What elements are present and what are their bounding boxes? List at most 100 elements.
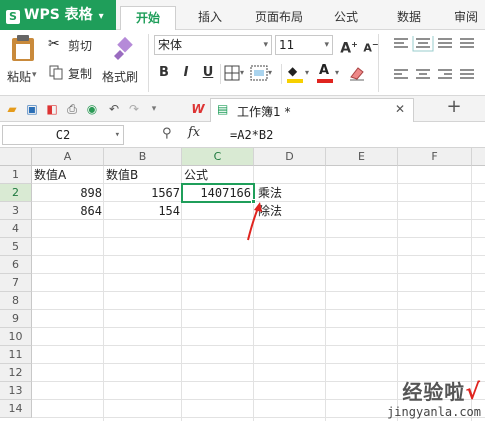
row-header-3[interactable]: 3 [0, 202, 32, 220]
font-color-icon: A [319, 63, 330, 78]
annotation-arrow-icon [247, 202, 262, 241]
row-header-8[interactable]: 8 [0, 292, 32, 310]
cell-b2[interactable]: 1567 [104, 184, 182, 202]
paste-label: 粘贴 [7, 70, 32, 84]
print-icon[interactable]: ⎙ [64, 101, 80, 117]
tab-formulas[interactable]: 公式 [322, 6, 370, 30]
cell-c1[interactable]: 公式 [182, 166, 254, 184]
cell-a1[interactable]: 数值A [32, 166, 104, 184]
column-header-b[interactable]: B [104, 148, 182, 166]
redo-icon[interactable]: ↷ [126, 101, 142, 117]
underline-button[interactable]: U [200, 64, 216, 82]
grow-font-button[interactable]: A+ [340, 36, 358, 58]
tab-insert[interactable]: 插入 [184, 6, 236, 30]
cell-a2[interactable]: 898 [32, 184, 104, 202]
export-pdf-icon[interactable]: ◧ [44, 101, 60, 117]
ribbon-divider [148, 34, 149, 92]
row-header-9[interactable]: 9 [0, 310, 32, 328]
name-box[interactable]: C2 ▾ [2, 125, 124, 145]
ribbon-home: 粘贴 ▾ ✂ 剪切 复制 格式刷 宋体 ▾ 11 ▾ A+ A− B I U ▾… [0, 30, 485, 96]
row-header-5[interactable]: 5 [0, 238, 32, 256]
chevron-down-icon: ▾ [98, 11, 104, 22]
format-painter-button[interactable]: 格式刷 [102, 34, 142, 92]
row-header-6[interactable]: 6 [0, 256, 32, 274]
cell-a3[interactable]: 864 [32, 202, 104, 220]
undo-icon[interactable]: ↶ [106, 101, 122, 117]
column-header-partial [472, 148, 485, 166]
merge-cells-button[interactable]: ▾ [250, 65, 276, 83]
column-header-d[interactable]: D [254, 148, 326, 166]
chevron-down-icon: ▾ [32, 70, 37, 80]
print-preview-icon[interactable]: ◉ [84, 101, 100, 117]
column-header-f[interactable]: F [398, 148, 472, 166]
tab-data[interactable]: 数据 [384, 6, 434, 30]
watermark: 经验啦√ jingyanla.com [387, 376, 481, 419]
font-name-select[interactable]: 宋体 ▾ [154, 35, 272, 55]
row-header-1[interactable]: 1 [0, 166, 32, 184]
borders-button[interactable]: ▾ [224, 65, 246, 83]
save-icon[interactable]: ▣ [24, 101, 40, 117]
cut-button[interactable]: ✂ 剪切 [48, 36, 100, 54]
row-header-11[interactable]: 11 [0, 346, 32, 364]
format-painter-label: 格式刷 [102, 70, 139, 84]
font-color-button[interactable]: A ▾ [316, 63, 342, 84]
tab-home[interactable]: 开始 [120, 6, 176, 30]
italic-button[interactable]: I [178, 64, 194, 82]
spreadsheet-doc-icon: ▤ [217, 102, 229, 116]
font-color-swatch [317, 79, 333, 83]
open-folder-icon[interactable]: ▰ [4, 101, 20, 117]
insert-function-button[interactable]: fx [188, 125, 200, 140]
column-header-e[interactable]: E [326, 148, 398, 166]
row-header-4[interactable]: 4 [0, 220, 32, 238]
chevron-down-icon[interactable]: ▾ [146, 101, 162, 117]
watermark-url: jingyanla.com [387, 405, 481, 419]
select-all-corner[interactable] [0, 148, 32, 166]
font-size-select[interactable]: 11 ▾ [275, 35, 333, 55]
zoom-search-icon[interactable]: ⚲ [162, 126, 172, 141]
tab-page-layout[interactable]: 页面布局 [244, 6, 314, 30]
shrink-font-label: A [363, 41, 372, 55]
document-tab-title: 工作簿1 * [237, 105, 291, 119]
watermark-check-icon: √ [465, 380, 481, 405]
ribbon-divider [220, 64, 221, 84]
row-header-14[interactable]: 14 [0, 400, 32, 418]
close-icon[interactable]: ✕ [395, 102, 405, 116]
chevron-down-icon: ▾ [263, 40, 268, 50]
column-header-a[interactable]: A [32, 148, 104, 166]
paint-bucket-icon: ◆ [288, 64, 298, 78]
cell-b1[interactable]: 数值B [104, 166, 182, 184]
paste-button[interactable]: 粘贴 ▾ [6, 34, 42, 92]
ribbon-divider [281, 64, 282, 84]
clear-format-button[interactable] [348, 65, 370, 83]
chevron-down-icon: ▾ [240, 68, 245, 77]
menu-bar: S WPS 表格 ▾ 开始 插入 页面布局 公式 数据 审阅 [0, 0, 485, 30]
fill-color-button[interactable]: ◆ ▾ [286, 64, 312, 84]
formula-bar: C2 ▾ ⚲ fx =A2*B2 [0, 122, 485, 148]
row-header-10[interactable]: 10 [0, 328, 32, 346]
copy-button[interactable]: 复制 [48, 64, 100, 82]
cell-b3[interactable]: 154 [104, 202, 182, 220]
font-size-value: 11 [279, 38, 295, 52]
document-tab[interactable]: ▤ 工作簿1 * ✕ [210, 98, 414, 122]
column-header-c[interactable]: C [182, 148, 254, 166]
row-header-12[interactable]: 12 [0, 364, 32, 382]
alignment-group [390, 36, 482, 88]
app-brand: WPS 表格 [24, 7, 93, 23]
cut-label: 剪切 [68, 39, 93, 53]
tab-review[interactable]: 审阅 [444, 6, 485, 30]
row-header-7[interactable]: 7 [0, 274, 32, 292]
chevron-down-icon: ▾ [324, 40, 329, 50]
bold-button[interactable]: B [156, 64, 172, 82]
fill-color-swatch [287, 79, 303, 83]
wps-writer-icon[interactable]: W [190, 101, 206, 117]
ribbon-divider [378, 34, 379, 92]
chevron-down-icon: ▾ [305, 68, 310, 77]
new-tab-plus-icon[interactable]: + [446, 98, 462, 116]
font-name-value: 宋体 [158, 38, 183, 52]
wps-app-menu-button[interactable]: S WPS 表格 ▾ [0, 0, 116, 30]
spreadsheet-grid: A B C D E F 1 2 3 4 5 6 7 8 9 10 11 12 1… [0, 148, 485, 421]
formula-input[interactable]: =A2*B2 [226, 125, 484, 145]
row-header-2[interactable]: 2 [0, 184, 32, 202]
row-header-13[interactable]: 13 [0, 382, 32, 400]
name-box-value: C2 [55, 128, 71, 142]
